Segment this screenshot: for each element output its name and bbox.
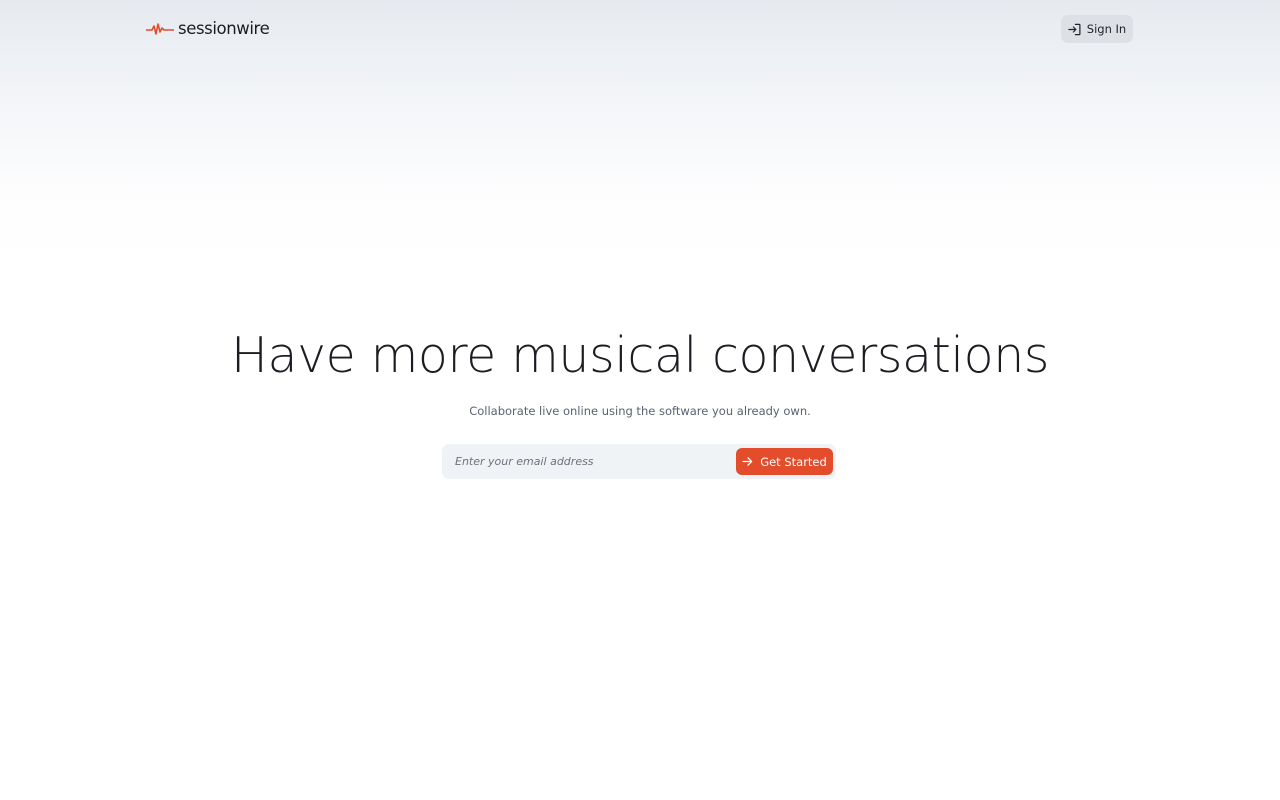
hero-subtitle: Collaborate live online using the softwa… — [469, 404, 811, 418]
sign-in-label: Sign In — [1086, 22, 1127, 36]
email-input[interactable] — [442, 444, 736, 479]
hero-title: Have more musical conversations — [231, 327, 1049, 384]
signup-form: Get Started — [442, 444, 836, 479]
sign-in-button[interactable]: Sign In — [1061, 15, 1133, 43]
site-header: sessionwire Sign In — [0, 0, 1280, 56]
arrow-right-icon — [742, 457, 753, 466]
brand-name: sessionwire — [178, 18, 270, 38]
get-started-button[interactable]: Get Started — [736, 448, 833, 475]
waveform-icon — [146, 23, 174, 35]
get-started-label: Get Started — [760, 454, 827, 469]
brand-logo[interactable]: sessionwire — [146, 16, 270, 40]
sign-in-icon — [1068, 23, 1081, 35]
hero-section: Have more musical conversations Collabor… — [0, 318, 1280, 418]
